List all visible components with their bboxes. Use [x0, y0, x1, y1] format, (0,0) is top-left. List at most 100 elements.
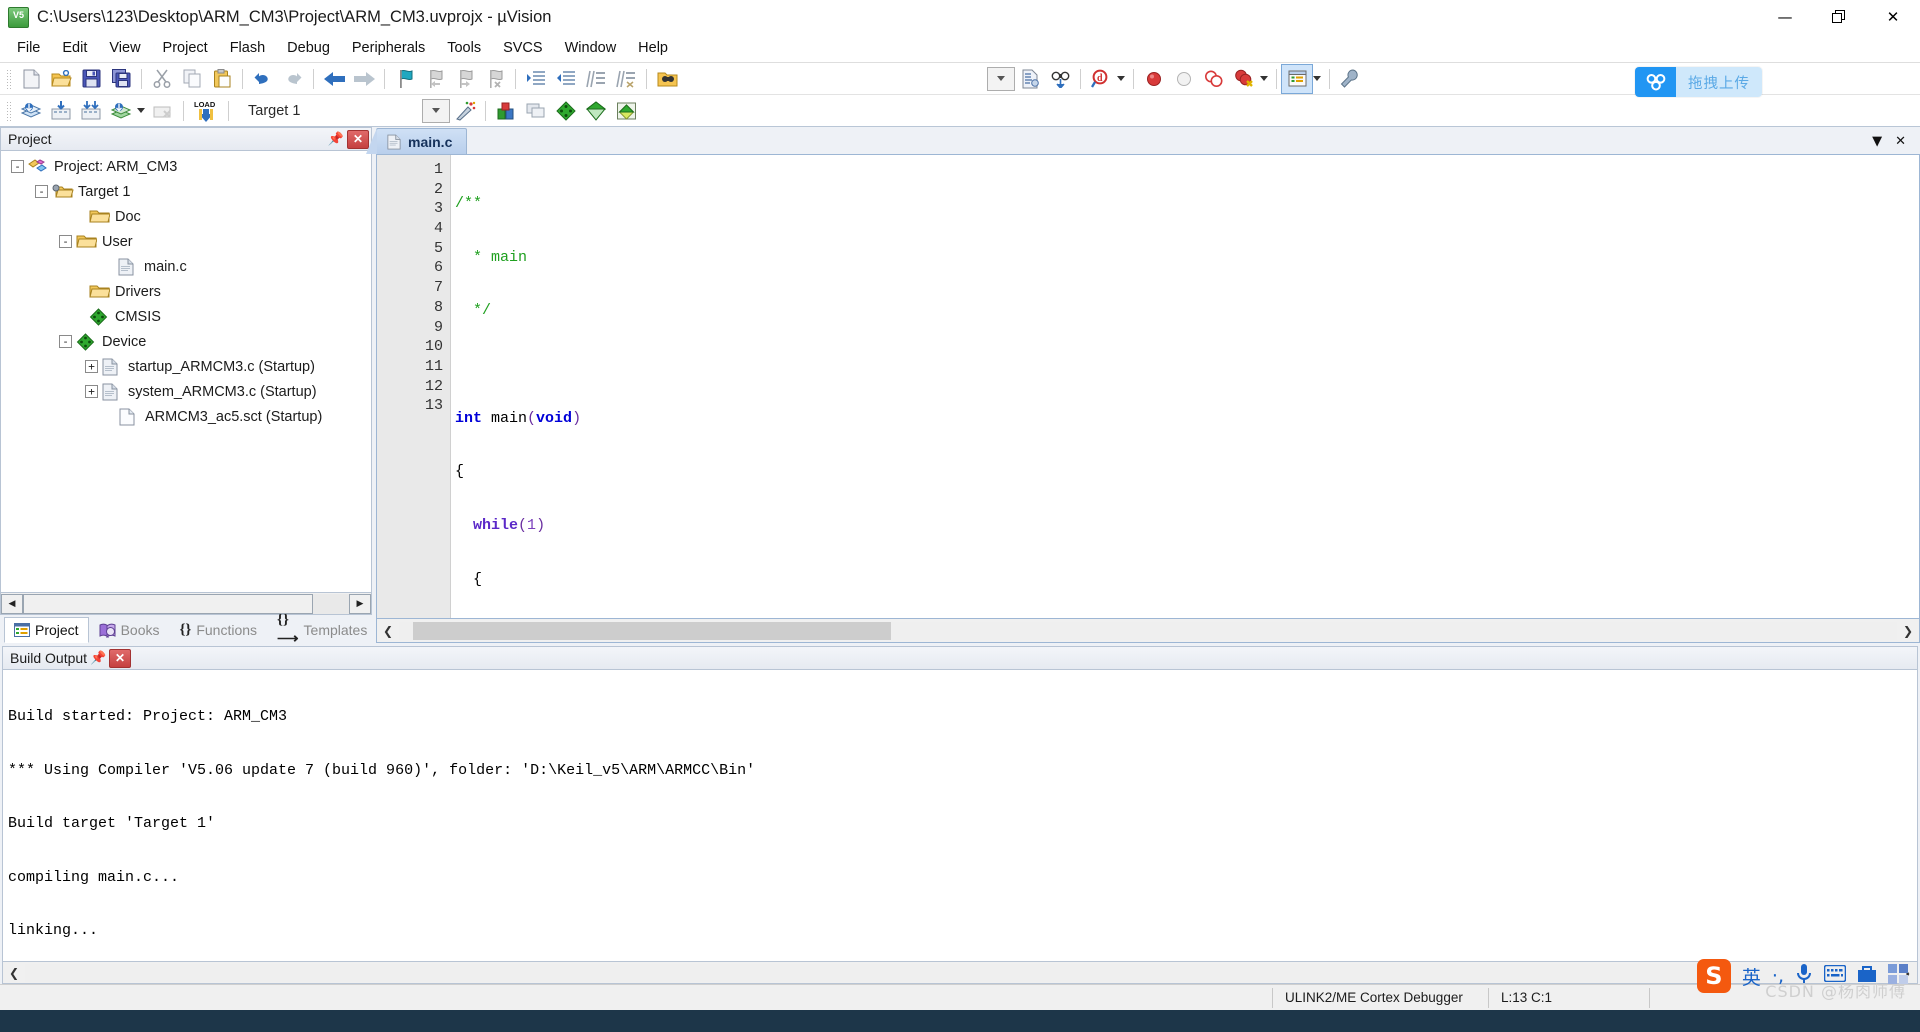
scroll-left-icon[interactable]: ◀	[1, 593, 23, 614]
target-selector[interactable]: Target 1	[244, 103, 422, 119]
tree-item-startup-armcm3[interactable]: + startup_ARMCM3.c (Startup)	[1, 354, 371, 379]
apps-grid-icon[interactable]	[1888, 963, 1908, 989]
menu-flash[interactable]: Flash	[219, 37, 276, 59]
menu-help[interactable]: Help	[627, 37, 679, 59]
stop-build-button[interactable]	[148, 97, 178, 125]
configure-button[interactable]	[1335, 65, 1365, 93]
kill-all-breakpoints-button[interactable]	[1229, 65, 1259, 93]
build-button[interactable]	[46, 97, 76, 125]
translate-button[interactable]	[16, 97, 46, 125]
toolbar-grip[interactable]	[5, 99, 13, 122]
copy-button[interactable]	[177, 65, 207, 93]
insert-snippet-button[interactable]	[1015, 65, 1045, 93]
editor-tab-dropdown-icon[interactable]: ▼	[1872, 134, 1882, 149]
download-button[interactable]: LOAD	[189, 97, 223, 125]
scroll-left-icon[interactable]: ❮	[3, 962, 25, 984]
manage-packs-button[interactable]	[611, 97, 641, 125]
ime-punctuation-toggle[interactable]: ·,	[1772, 965, 1784, 987]
next-bookmark-button[interactable]	[450, 65, 480, 93]
code-editor[interactable]: 1 2 3 4 5 6 7 8 9 10 11 12 13 /** * main…	[376, 154, 1920, 619]
redo-button[interactable]	[278, 65, 308, 93]
pin-icon[interactable]: 📌	[325, 128, 347, 150]
navigate-back-button[interactable]	[319, 65, 349, 93]
manage-run-time-env-button[interactable]	[551, 97, 581, 125]
new-file-button[interactable]	[16, 65, 46, 93]
expander-toggle[interactable]: -	[59, 335, 72, 348]
toolbar-grip[interactable]	[5, 67, 13, 90]
select-target-dropdown[interactable]	[422, 98, 450, 123]
save-button[interactable]	[76, 65, 106, 93]
keyboard-icon[interactable]	[1823, 964, 1847, 987]
tree-item-doc[interactable]: Doc	[1, 204, 371, 229]
baidu-netdisk-upload-badge[interactable]: 拖拽上传	[1635, 67, 1762, 97]
close-button[interactable]: ✕	[1866, 0, 1920, 34]
previous-bookmark-button[interactable]	[420, 65, 450, 93]
scrollbar-thumb[interactable]	[23, 593, 313, 614]
find-combo-dropdown[interactable]	[987, 66, 1015, 91]
tree-item-target-1[interactable]: - Target 1	[1, 179, 371, 204]
scrollbar-track[interactable]	[23, 593, 349, 614]
windows-dropdown-caret-icon[interactable]	[1313, 76, 1321, 81]
target-options-button[interactable]	[450, 97, 480, 125]
batch-build-button[interactable]	[106, 97, 136, 125]
tree-item-main-c[interactable]: main.c	[1, 254, 371, 279]
tree-item-system-armcm3[interactable]: + system_ARMCM3.c (Startup)	[1, 379, 371, 404]
project-tree-hscrollbar[interactable]: ◀ ▶	[0, 593, 372, 615]
tree-item-device[interactable]: - Device	[1, 329, 371, 354]
undo-button[interactable]	[248, 65, 278, 93]
tree-item-project[interactable]: - Project: ARM_CM3	[1, 154, 371, 179]
menu-edit[interactable]: Edit	[51, 37, 98, 59]
scrollbar-thumb[interactable]	[413, 621, 891, 640]
tree-item-armcm3-sct[interactable]: ARMCM3_ac5.sct (Startup)	[1, 404, 371, 429]
manage-project-items-button[interactable]	[491, 97, 521, 125]
comment-button[interactable]	[581, 65, 611, 93]
scroll-right-icon[interactable]: ❯	[1897, 620, 1919, 642]
expander-toggle[interactable]: -	[35, 185, 48, 198]
menu-view[interactable]: View	[98, 37, 151, 59]
navigate-forward-button[interactable]	[349, 65, 379, 93]
debug-start-button[interactable]: d	[1086, 65, 1116, 93]
toolbox-icon[interactable]	[1857, 965, 1877, 988]
tab-functions[interactable]: {} Functions	[170, 617, 268, 643]
indent-button[interactable]	[521, 65, 551, 93]
disable-all-breakpoints-button[interactable]	[1199, 65, 1229, 93]
menu-window[interactable]: Window	[554, 37, 628, 59]
scrollbar-track[interactable]	[399, 621, 1897, 640]
editor-tab-close-icon[interactable]: ✕	[1895, 134, 1906, 149]
ime-language-mode[interactable]: 英	[1742, 963, 1761, 990]
editor-tab-main-c[interactable]: main.c	[365, 128, 468, 154]
tab-project[interactable]: Project	[4, 617, 89, 643]
build-output-text[interactable]: Build started: Project: ARM_CM3 *** Usin…	[2, 670, 1918, 962]
batch-build-caret-icon[interactable]	[137, 108, 145, 113]
pack-installer-button[interactable]	[581, 97, 611, 125]
manage-multi-project-button[interactable]	[521, 97, 551, 125]
disable-breakpoint-button[interactable]	[1169, 65, 1199, 93]
manage-windows-button[interactable]	[1281, 63, 1313, 94]
uncomment-button[interactable]	[611, 65, 641, 93]
menu-project[interactable]: Project	[152, 37, 219, 59]
tab-books[interactable]: Books	[89, 617, 170, 643]
open-file-button[interactable]	[46, 65, 76, 93]
toggle-bookmark-button[interactable]	[390, 65, 420, 93]
rebuild-button[interactable]	[76, 97, 106, 125]
tab-templates[interactable]: {}⟶ Templates	[267, 612, 377, 647]
menu-peripherals[interactable]: Peripherals	[341, 37, 436, 59]
scroll-right-icon[interactable]: ▶	[349, 593, 371, 614]
pin-icon[interactable]: 📌	[87, 647, 109, 669]
tree-item-drivers[interactable]: Drivers	[1, 279, 371, 304]
menu-file[interactable]: File	[6, 37, 51, 59]
expander-toggle[interactable]: +	[85, 385, 98, 398]
menu-svcs[interactable]: SVCS	[492, 37, 554, 59]
insert-breakpoint-button[interactable]	[1139, 65, 1169, 93]
scrollbar-track[interactable]	[25, 963, 1895, 982]
editor-hscrollbar[interactable]: ❮ ❯	[376, 619, 1920, 643]
close-icon[interactable]: ✕	[109, 648, 132, 668]
code-text[interactable]: /** * main */ int main(void) { while(1) …	[451, 155, 1919, 618]
microphone-icon[interactable]	[1795, 963, 1813, 990]
outdent-button[interactable]	[551, 65, 581, 93]
expander-toggle[interactable]: -	[11, 160, 24, 173]
sogou-logo-icon[interactable]: S	[1696, 959, 1731, 993]
debug-dropdown-caret-icon[interactable]	[1117, 76, 1125, 81]
scroll-left-icon[interactable]: ❮	[377, 620, 399, 642]
menu-debug[interactable]: Debug	[276, 37, 341, 59]
